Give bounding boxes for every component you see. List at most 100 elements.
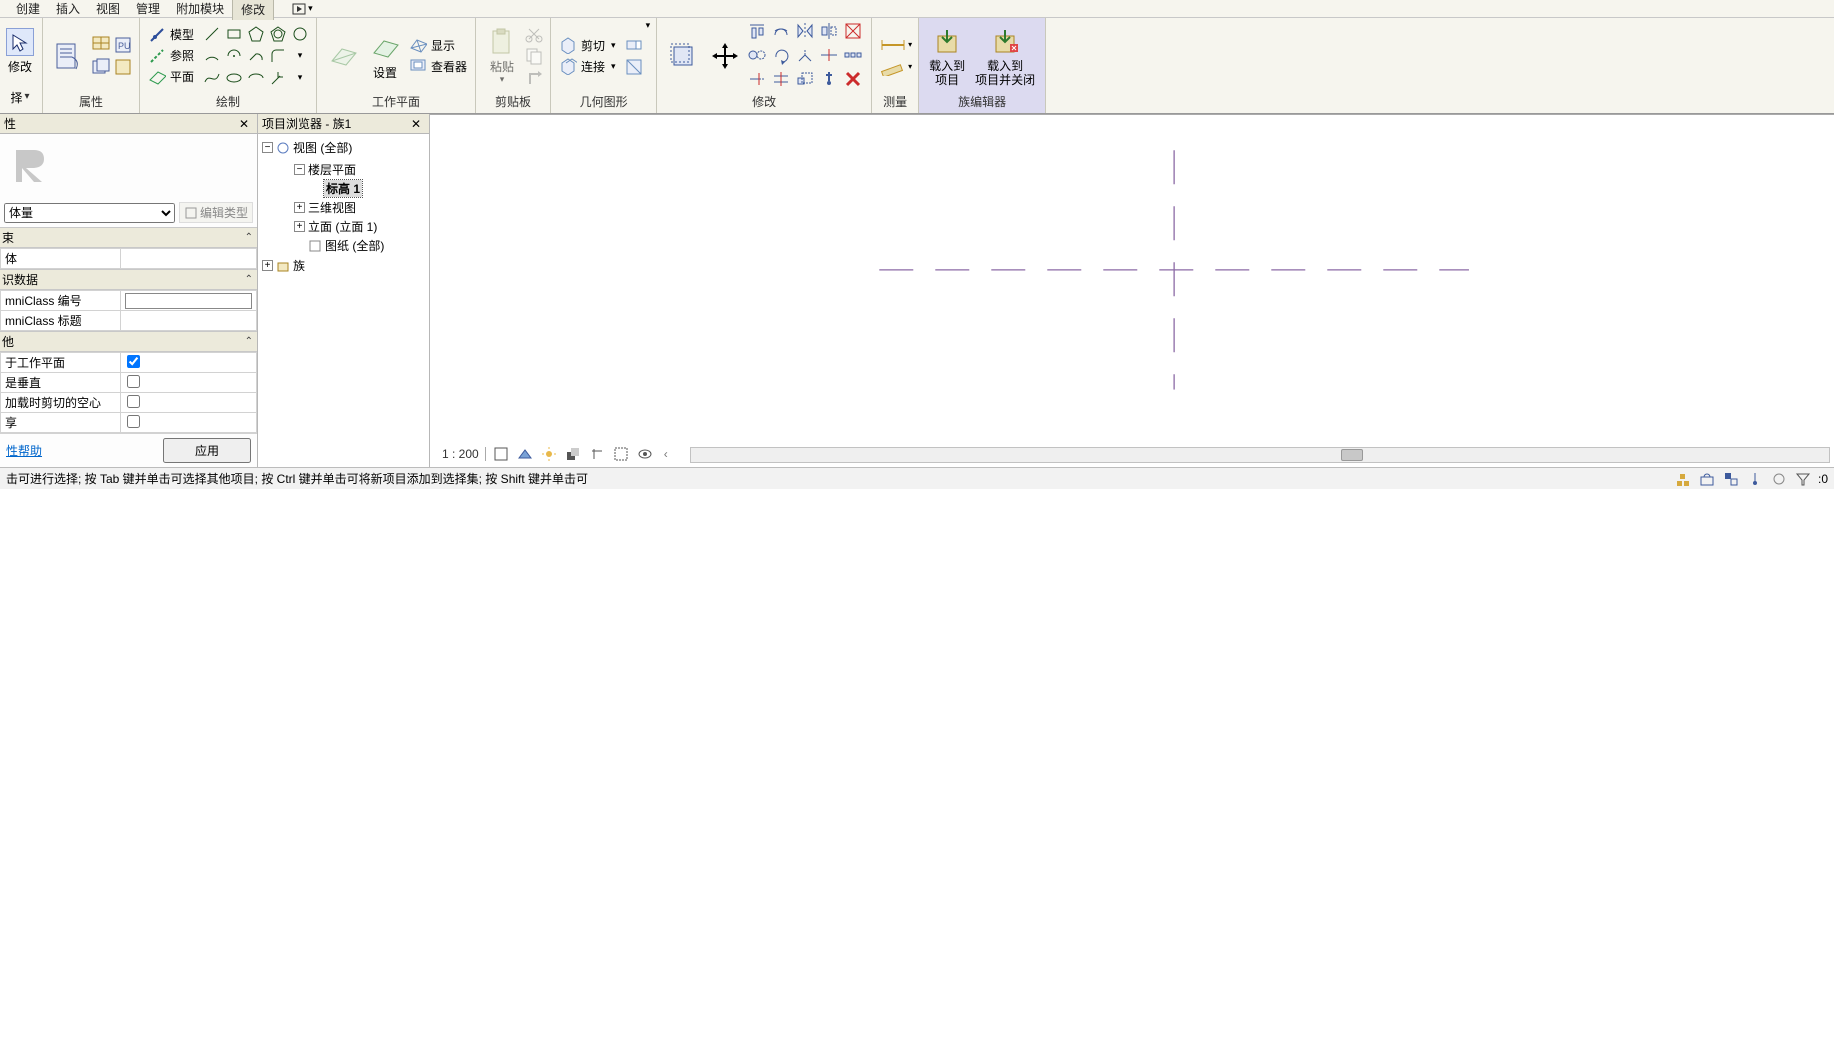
trim-multi-tool[interactable]	[771, 69, 791, 89]
status-filter-icon[interactable]	[1794, 470, 1812, 488]
split-element-tool[interactable]	[819, 45, 839, 65]
mirror-axis-tool[interactable]	[795, 21, 815, 41]
omniclass-number-input[interactable]	[121, 291, 257, 311]
tree-elevations-label[interactable]: 立面 (立面 1)	[308, 218, 377, 235]
offset-tool[interactable]	[771, 21, 791, 41]
cope-button[interactable]	[624, 35, 644, 55]
circumscribed-polygon-tool[interactable]	[268, 24, 288, 44]
workplane-viewer-button[interactable]: 查看器	[407, 56, 469, 76]
status-worksets-icon[interactable]	[1674, 470, 1692, 488]
cat-identity-collapse-icon[interactable]: ⌃	[245, 274, 253, 285]
tree-views-label[interactable]: 视图 (全部)	[293, 139, 352, 156]
status-select-pin-icon[interactable]	[1746, 470, 1764, 488]
detail-level-icon[interactable]	[492, 445, 510, 463]
shadows-icon[interactable]	[564, 445, 582, 463]
status-select-face-icon[interactable]	[1770, 470, 1788, 488]
tree-level1-label[interactable]: 标高 1	[324, 180, 362, 197]
type-props-button[interactable]	[113, 57, 133, 77]
cut-with-voids-checkbox[interactable]	[121, 393, 257, 413]
status-editable-icon[interactable]	[1698, 470, 1716, 488]
set-workplane-button[interactable]	[323, 38, 363, 74]
tree-floorplans-expander[interactable]: −	[294, 164, 305, 175]
modify-tool-button[interactable]	[6, 28, 34, 56]
cat-identity[interactable]: 识数据 ⌃	[0, 269, 257, 290]
partial-ellipse-tool[interactable]	[246, 68, 266, 88]
mirror-draw-tool[interactable]	[819, 21, 839, 41]
split-face-button[interactable]	[624, 57, 644, 77]
workplane-set-label-btn[interactable]: 设置	[365, 30, 405, 82]
delete-inner-tool[interactable]	[843, 21, 863, 41]
rectangle-tool[interactable]	[224, 24, 244, 44]
spline-dropdown[interactable]: ▾	[290, 46, 310, 66]
menu-manage[interactable]: 管理	[128, 0, 168, 19]
cat-constraints[interactable]: 束 ⌃	[0, 227, 257, 248]
tree-families-expander[interactable]: +	[262, 260, 273, 271]
model-line-button[interactable]: 模型	[146, 25, 196, 45]
align-tool[interactable]	[747, 21, 767, 41]
cut-geometry-button[interactable]: 剪切 ▾	[557, 35, 618, 55]
menu-modify[interactable]: 修改	[232, 0, 274, 20]
visual-style-icon[interactable]	[516, 445, 534, 463]
arc-start-end-tool[interactable]	[202, 46, 222, 66]
circle-tool[interactable]	[290, 24, 310, 44]
cut-button[interactable]	[524, 24, 544, 44]
tree-3dviews-expander[interactable]: +	[294, 202, 305, 213]
copy-tool[interactable]	[747, 45, 767, 65]
ellipse-tool[interactable]	[224, 68, 244, 88]
browser-titlebar[interactable]: 项目浏览器 - 族1 ✕	[258, 114, 429, 134]
menu-addins[interactable]: 附加模块	[168, 0, 232, 19]
spline-tool[interactable]	[202, 68, 222, 88]
cat-other-collapse-icon[interactable]: ⌃	[245, 336, 253, 347]
aligned-dim-button[interactable]: ▾	[878, 35, 912, 55]
select-dropdown-icon[interactable]: ▾	[24, 91, 29, 102]
trim-extend-corner-tool[interactable]	[795, 45, 815, 65]
trim-single-tool[interactable]	[747, 69, 767, 89]
tree-views-expander[interactable]: −	[262, 142, 273, 153]
sun-path-icon[interactable]	[540, 445, 558, 463]
horizontal-scrollbar[interactable]	[690, 447, 1830, 463]
pin-tool[interactable]	[819, 69, 839, 89]
tree-3dviews-label[interactable]: 三维视图	[308, 199, 356, 216]
view-controls-chevron[interactable]: ‹	[664, 447, 668, 461]
reference-line-button[interactable]: 参照	[146, 46, 196, 66]
family-types-button[interactable]	[91, 35, 111, 55]
quick-access-dropdown[interactable]: ▾	[292, 3, 313, 15]
tree-floorplans-label[interactable]: 楼层平面	[308, 161, 356, 178]
delete-tool[interactable]	[843, 69, 863, 89]
line-tool[interactable]	[202, 24, 222, 44]
menu-create[interactable]: 创建	[8, 0, 48, 19]
fillet-arc-tool[interactable]	[268, 46, 288, 66]
crop-region-visible-icon[interactable]	[612, 445, 630, 463]
paste-button[interactable]: 粘贴 ▾	[482, 24, 522, 87]
status-select-link-icon[interactable]	[1722, 470, 1740, 488]
tree-sheets-label[interactable]: 图纸 (全部)	[325, 237, 384, 254]
activate-dims-button[interactable]	[663, 38, 703, 74]
scrollbar-thumb[interactable]	[1341, 449, 1363, 461]
menu-view[interactable]: 视图	[88, 0, 128, 19]
family-category-button[interactable]	[91, 57, 111, 77]
shared-checkbox[interactable]	[121, 413, 257, 433]
workplane-based-checkbox[interactable]	[121, 353, 257, 373]
scale-tool[interactable]	[795, 69, 815, 89]
apply-button[interactable]: 应用	[163, 438, 251, 463]
type-selector[interactable]: 体量	[4, 203, 175, 223]
join-geometry-button[interactable]: 连接 ▾	[557, 56, 618, 76]
omniclass-title-value[interactable]	[121, 311, 257, 331]
measure-button[interactable]: ▾	[878, 57, 912, 77]
rotate-tool[interactable]	[771, 45, 791, 65]
prop-body-value[interactable]	[121, 249, 257, 269]
hide-isolate-icon[interactable]	[636, 445, 654, 463]
tree-families-label[interactable]: 族	[293, 257, 305, 274]
cat-other[interactable]: 他 ⌃	[0, 331, 257, 352]
inscribed-polygon-tool[interactable]	[246, 24, 266, 44]
always-vertical-checkbox[interactable]	[121, 373, 257, 393]
copy-button[interactable]	[524, 46, 544, 66]
drawing-canvas[interactable]: 1 : 200 ‹	[430, 114, 1834, 467]
arc-center-tool[interactable]	[224, 46, 244, 66]
array-tool[interactable]	[843, 45, 863, 65]
reference-plane-button[interactable]: 平面	[146, 67, 196, 87]
crop-view-icon[interactable]	[588, 445, 606, 463]
properties-help-link[interactable]: 性帮助	[6, 442, 42, 459]
match-button[interactable]	[524, 68, 544, 88]
project-units-button[interactable]: PU	[113, 35, 133, 55]
